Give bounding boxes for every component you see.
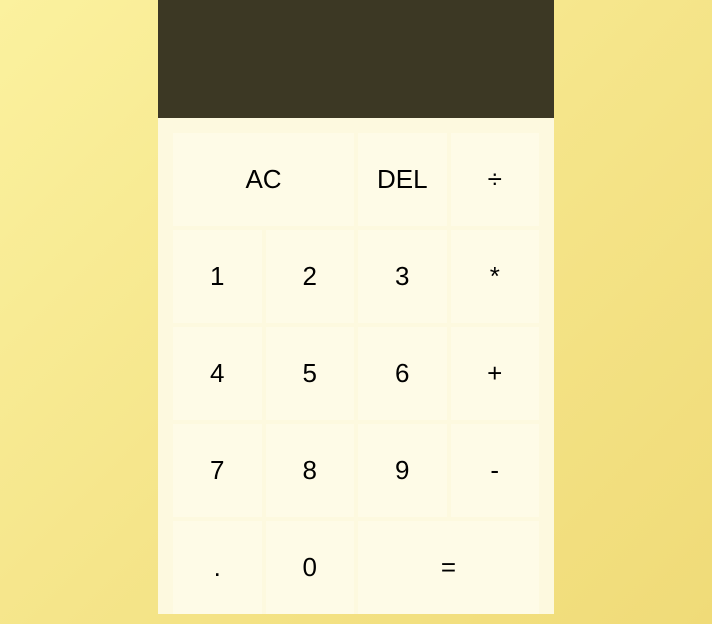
calculator-display bbox=[158, 0, 554, 118]
calculator-keypad: AC DEL ÷ 1 2 3 * 4 5 6 + 7 8 9 - . 0 = bbox=[158, 118, 554, 614]
multiply-button[interactable]: * bbox=[451, 230, 540, 323]
digit-9-button[interactable]: 9 bbox=[358, 424, 447, 517]
digit-0-button[interactable]: 0 bbox=[266, 521, 355, 614]
minus-button[interactable]: - bbox=[451, 424, 540, 517]
digit-3-button[interactable]: 3 bbox=[358, 230, 447, 323]
all-clear-button[interactable]: AC bbox=[173, 133, 354, 226]
divide-button[interactable]: ÷ bbox=[451, 133, 540, 226]
digit-6-button[interactable]: 6 bbox=[358, 327, 447, 420]
calculator: AC DEL ÷ 1 2 3 * 4 5 6 + 7 8 9 - . 0 = bbox=[158, 0, 554, 614]
decimal-point-button[interactable]: . bbox=[173, 521, 262, 614]
digit-8-button[interactable]: 8 bbox=[266, 424, 355, 517]
digit-4-button[interactable]: 4 bbox=[173, 327, 262, 420]
digit-1-button[interactable]: 1 bbox=[173, 230, 262, 323]
delete-button[interactable]: DEL bbox=[358, 133, 447, 226]
digit-5-button[interactable]: 5 bbox=[266, 327, 355, 420]
plus-button[interactable]: + bbox=[451, 327, 540, 420]
equals-button[interactable]: = bbox=[358, 521, 539, 614]
digit-7-button[interactable]: 7 bbox=[173, 424, 262, 517]
digit-2-button[interactable]: 2 bbox=[266, 230, 355, 323]
